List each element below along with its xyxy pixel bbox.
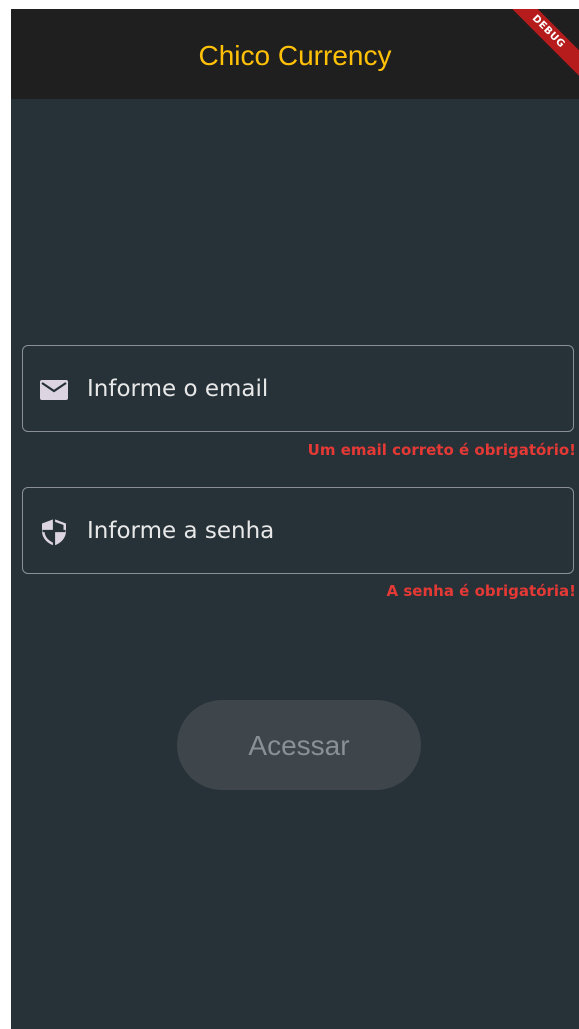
- shield-icon: [42, 519, 66, 546]
- app-screen: Chico Currency DEBUG Um email correto é …: [11, 9, 579, 1029]
- mail-icon: [40, 380, 68, 400]
- email-error-text: Um email correto é obrigatório!: [307, 441, 576, 459]
- password-error-text: A senha é obrigatória!: [386, 582, 576, 600]
- app-title: Chico Currency: [198, 40, 392, 71]
- password-field[interactable]: [22, 487, 574, 574]
- password-input[interactable]: [87, 510, 557, 552]
- email-field[interactable]: [22, 345, 574, 432]
- app-bar: Chico Currency DEBUG: [11, 9, 579, 99]
- login-button[interactable]: Acessar: [177, 700, 421, 790]
- email-input[interactable]: [87, 368, 557, 410]
